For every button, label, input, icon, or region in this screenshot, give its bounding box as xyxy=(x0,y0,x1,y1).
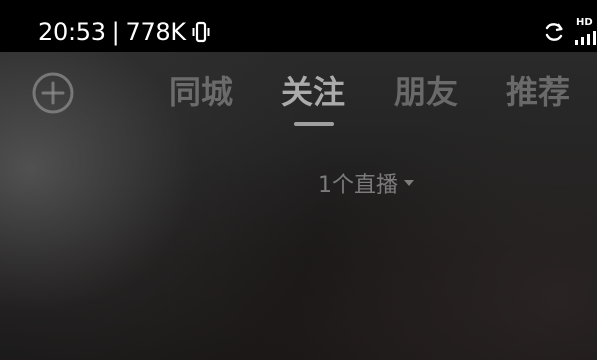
tab-follow[interactable]: 关注 xyxy=(281,70,345,114)
network-speed: 778K xyxy=(125,18,186,46)
status-separator: | xyxy=(111,18,120,46)
sync-icon xyxy=(545,23,563,41)
active-tab-indicator xyxy=(294,122,334,126)
plus-circle-icon[interactable] xyxy=(31,71,75,115)
status-time: 20:53 xyxy=(38,18,106,46)
live-count-label: 1个直播 xyxy=(318,173,398,198)
signal-icon xyxy=(575,31,596,45)
caret-down-icon xyxy=(404,180,414,186)
status-left: 20:53 | 778K xyxy=(38,14,210,50)
tab-city[interactable]: 同城 xyxy=(169,70,233,114)
vibrate-icon xyxy=(192,21,210,43)
hd-signal-group: HD xyxy=(573,17,597,47)
tab-friends[interactable]: 朋友 xyxy=(394,70,458,114)
status-bar: 20:53 | 778K HD xyxy=(0,0,597,52)
live-count-dropdown[interactable]: 1个直播 xyxy=(318,168,414,198)
hd-label: HD xyxy=(576,17,593,28)
status-right: HD xyxy=(543,14,597,50)
tab-recommend[interactable]: 推荐 xyxy=(506,70,570,114)
screen: 20:53 | 778K HD 同城 关注 朋友 推荐 1个直播 xyxy=(0,0,597,360)
